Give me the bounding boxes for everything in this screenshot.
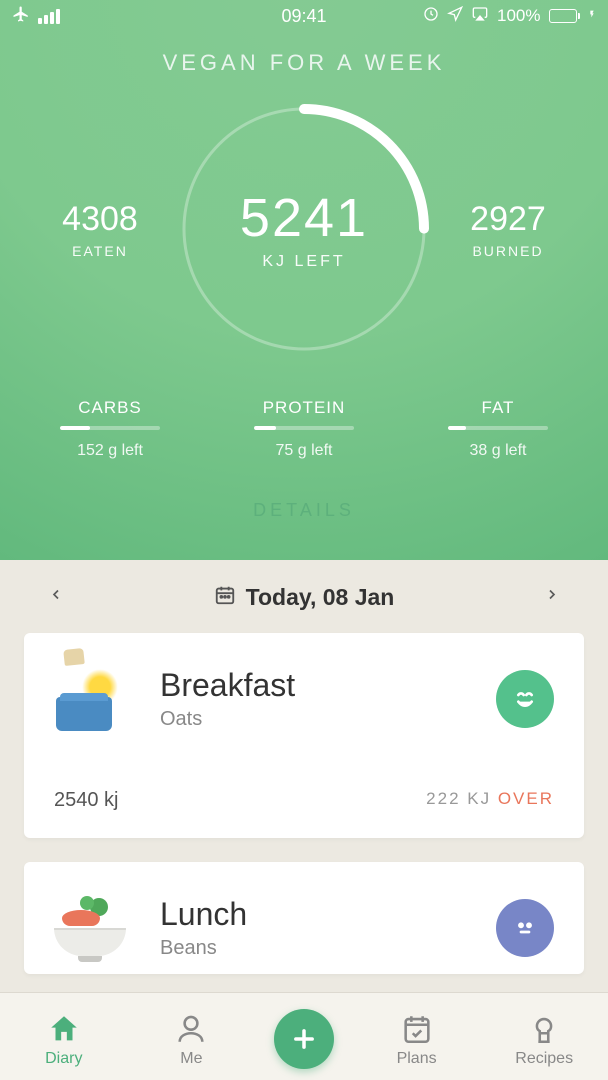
location-icon: [447, 6, 463, 27]
meal-name: Breakfast: [160, 667, 496, 704]
signal-bars-icon: [38, 9, 60, 24]
meal-card-lunch[interactable]: Lunch Beans: [24, 862, 584, 974]
meal-kj: 2540 kj: [54, 789, 119, 812]
status-time: 09:41: [281, 6, 326, 27]
tab-plans-label: Plans: [397, 1050, 437, 1068]
battery-percentage: 100%: [497, 6, 540, 26]
add-button[interactable]: [274, 1009, 334, 1069]
tab-plans[interactable]: Plans: [372, 1012, 462, 1068]
charging-icon: [588, 6, 596, 26]
tab-me-label: Me: [180, 1050, 202, 1068]
meal-food: Beans: [160, 937, 496, 960]
next-day-button[interactable]: [544, 582, 560, 611]
eaten-value: 4308: [40, 200, 160, 239]
meal-food: Oats: [160, 708, 496, 731]
eaten-stat: 4308 EATEN: [40, 200, 160, 259]
orientation-lock-icon: [423, 6, 439, 27]
airplay-icon: [471, 6, 489, 27]
meal-over: 222 KJ OVER: [426, 789, 554, 812]
macro-protein: PROTEIN 75 g left: [234, 398, 374, 460]
calendar-icon[interactable]: [214, 584, 236, 611]
macro-carbs: CARBS 152 g left: [40, 398, 180, 460]
battery-icon: [549, 9, 581, 23]
tab-me[interactable]: Me: [146, 1012, 236, 1068]
burned-value: 2927: [448, 200, 568, 239]
calories-ring[interactable]: 5241 KJ LEFT: [179, 104, 429, 354]
bowl-icon: [54, 892, 126, 964]
tab-bar: Diary Me Plans Recipes: [0, 992, 608, 1080]
status-bar: 09:41 100%: [0, 0, 608, 32]
tab-recipes-label: Recipes: [515, 1050, 573, 1068]
burned-label: BURNED: [448, 243, 568, 259]
kj-left-value: 5241: [240, 187, 368, 249]
date-label[interactable]: Today, 08 Jan: [246, 584, 395, 611]
meal-name: Lunch: [160, 896, 496, 933]
tab-diary[interactable]: Diary: [19, 1012, 109, 1068]
kj-left-label: KJ LEFT: [262, 253, 345, 271]
toaster-icon: [54, 663, 126, 735]
tab-diary-label: Diary: [45, 1050, 82, 1068]
eaten-label: EATEN: [40, 243, 160, 259]
macro-protein-left: 75 g left: [234, 442, 374, 460]
macro-carbs-left: 152 g left: [40, 442, 180, 460]
meal-card-breakfast[interactable]: Breakfast Oats 2540 kj 222 KJ OVER: [24, 633, 584, 838]
tab-recipes[interactable]: Recipes: [499, 1012, 589, 1068]
burned-stat: 2927 BURNED: [448, 200, 568, 259]
macro-fat-name: FAT: [428, 398, 568, 418]
macro-carbs-name: CARBS: [40, 398, 180, 418]
prev-day-button[interactable]: [48, 582, 64, 611]
macro-protein-name: PROTEIN: [234, 398, 374, 418]
happy-face-icon[interactable]: [496, 670, 554, 728]
details-button[interactable]: DETAILS: [0, 500, 608, 521]
app-title: VEGAN FOR A WEEK: [0, 50, 608, 76]
macro-fat: FAT 38 g left: [428, 398, 568, 460]
macro-fat-left: 38 g left: [428, 442, 568, 460]
neutral-face-icon[interactable]: [496, 899, 554, 957]
airplane-mode-icon: [12, 5, 30, 28]
